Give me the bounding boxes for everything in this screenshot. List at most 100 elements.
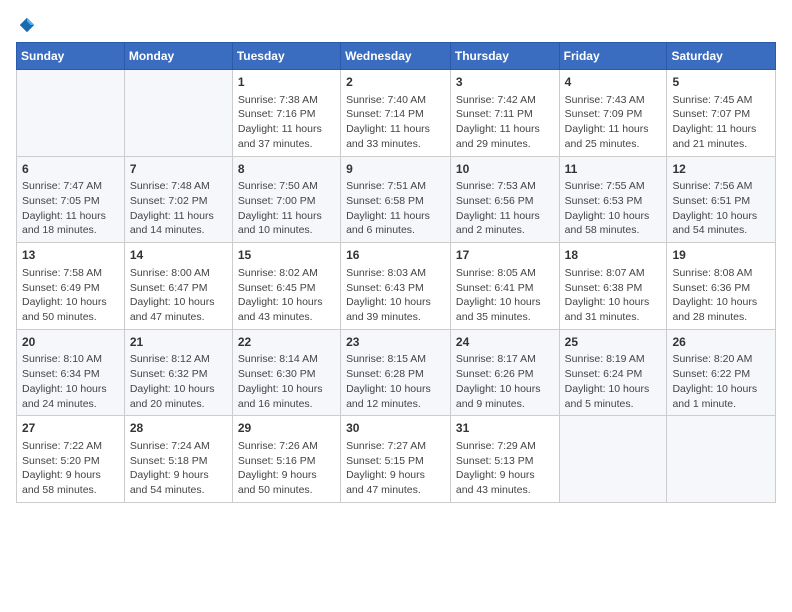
day-info: Sunrise: 7:48 AM Sunset: 7:02 PM Dayligh… [130, 180, 214, 236]
calendar-header-row: SundayMondayTuesdayWednesdayThursdayFrid… [17, 43, 776, 70]
day-cell: 5 Sunrise: 7:45 AM Sunset: 7:07 PM Daylig… [667, 70, 776, 157]
day-number: 6 [22, 161, 119, 178]
day-cell: 7 Sunrise: 7:48 AM Sunset: 7:02 PM Daylig… [124, 156, 232, 243]
header-friday: Friday [559, 43, 667, 70]
day-number: 4 [565, 74, 662, 91]
day-info: Sunrise: 8:14 AM Sunset: 6:30 PM Dayligh… [238, 353, 323, 409]
day-info: Sunrise: 8:00 AM Sunset: 6:47 PM Dayligh… [130, 267, 215, 323]
day-number: 15 [238, 247, 335, 264]
day-info: Sunrise: 7:55 AM Sunset: 6:53 PM Dayligh… [565, 180, 650, 236]
day-cell: 20 Sunrise: 8:10 AM Sunset: 6:34 PM Dayli… [17, 329, 125, 416]
day-cell: 15 Sunrise: 8:02 AM Sunset: 6:45 PM Dayli… [232, 243, 340, 330]
day-number: 8 [238, 161, 335, 178]
day-info: Sunrise: 8:20 AM Sunset: 6:22 PM Dayligh… [672, 353, 757, 409]
day-info: Sunrise: 7:50 AM Sunset: 7:00 PM Dayligh… [238, 180, 322, 236]
day-cell: 31 Sunrise: 7:29 AM Sunset: 5:13 PM Dayli… [450, 416, 559, 503]
day-cell: 23 Sunrise: 8:15 AM Sunset: 6:28 PM Dayli… [341, 329, 451, 416]
day-cell: 28 Sunrise: 7:24 AM Sunset: 5:18 PM Dayli… [124, 416, 232, 503]
day-number: 24 [456, 334, 554, 351]
day-number: 9 [346, 161, 445, 178]
header-saturday: Saturday [667, 43, 776, 70]
day-cell: 24 Sunrise: 8:17 AM Sunset: 6:26 PM Dayli… [450, 329, 559, 416]
day-info: Sunrise: 7:51 AM Sunset: 6:58 PM Dayligh… [346, 180, 430, 236]
day-cell [17, 70, 125, 157]
day-info: Sunrise: 8:08 AM Sunset: 6:36 PM Dayligh… [672, 267, 757, 323]
day-cell: 26Sunrise: 8:20 AM Sunset: 6:22 PM Dayli… [667, 329, 776, 416]
logo [16, 16, 36, 34]
day-number: 1 [238, 74, 335, 91]
day-cell: 21 Sunrise: 8:12 AM Sunset: 6:32 PM Dayli… [124, 329, 232, 416]
day-cell: 9 Sunrise: 7:51 AM Sunset: 6:58 PM Daylig… [341, 156, 451, 243]
day-number: 7 [130, 161, 227, 178]
day-number: 18 [565, 247, 662, 264]
day-number: 16 [346, 247, 445, 264]
header-monday: Monday [124, 43, 232, 70]
day-cell: 1 Sunrise: 7:38 AM Sunset: 7:16 PM Daylig… [232, 70, 340, 157]
day-info: Sunrise: 7:53 AM Sunset: 6:56 PM Dayligh… [456, 180, 540, 236]
day-info: Sunrise: 7:43 AM Sunset: 7:09 PM Dayligh… [565, 94, 649, 150]
day-info: Sunrise: 7:45 AM Sunset: 7:07 PM Dayligh… [672, 94, 756, 150]
day-number: 27 [22, 420, 119, 437]
day-cell [124, 70, 232, 157]
day-number: 17 [456, 247, 554, 264]
day-number: 30 [346, 420, 445, 437]
day-cell [559, 416, 667, 503]
header-wednesday: Wednesday [341, 43, 451, 70]
day-number: 19 [672, 247, 770, 264]
day-cell: 27Sunrise: 7:22 AM Sunset: 5:20 PM Dayli… [17, 416, 125, 503]
day-info: Sunrise: 8:10 AM Sunset: 6:34 PM Dayligh… [22, 353, 107, 409]
day-info: Sunrise: 8:07 AM Sunset: 6:38 PM Dayligh… [565, 267, 650, 323]
day-number: 21 [130, 334, 227, 351]
day-cell: 17 Sunrise: 8:05 AM Sunset: 6:41 PM Dayli… [450, 243, 559, 330]
day-cell [667, 416, 776, 503]
day-info: Sunrise: 7:38 AM Sunset: 7:16 PM Dayligh… [238, 94, 322, 150]
week-row-1: 1 Sunrise: 7:38 AM Sunset: 7:16 PM Daylig… [17, 70, 776, 157]
day-number: 5 [672, 74, 770, 91]
day-number: 20 [22, 334, 119, 351]
day-cell: 11 Sunrise: 7:55 AM Sunset: 6:53 PM Dayli… [559, 156, 667, 243]
header-thursday: Thursday [450, 43, 559, 70]
week-row-4: 20 Sunrise: 8:10 AM Sunset: 6:34 PM Dayli… [17, 329, 776, 416]
day-info: Sunrise: 7:42 AM Sunset: 7:11 PM Dayligh… [456, 94, 540, 150]
day-info: Sunrise: 8:05 AM Sunset: 6:41 PM Dayligh… [456, 267, 541, 323]
day-cell: 3 Sunrise: 7:42 AM Sunset: 7:11 PM Daylig… [450, 70, 559, 157]
day-info: Sunrise: 7:26 AM Sunset: 5:16 PM Dayligh… [238, 440, 318, 496]
day-cell: 29 Sunrise: 7:26 AM Sunset: 5:16 PM Dayli… [232, 416, 340, 503]
day-number: 31 [456, 420, 554, 437]
day-number: 12 [672, 161, 770, 178]
day-cell: 19 Sunrise: 8:08 AM Sunset: 6:36 PM Dayli… [667, 243, 776, 330]
page-header [16, 16, 776, 34]
day-info: Sunrise: 8:15 AM Sunset: 6:28 PM Dayligh… [346, 353, 431, 409]
day-cell: 18 Sunrise: 8:07 AM Sunset: 6:38 PM Dayli… [559, 243, 667, 330]
day-info: Sunrise: 8:03 AM Sunset: 6:43 PM Dayligh… [346, 267, 431, 323]
day-info: Sunrise: 7:56 AM Sunset: 6:51 PM Dayligh… [672, 180, 757, 236]
header-tuesday: Tuesday [232, 43, 340, 70]
week-row-5: 27Sunrise: 7:22 AM Sunset: 5:20 PM Dayli… [17, 416, 776, 503]
day-cell: 6 Sunrise: 7:47 AM Sunset: 7:05 PM Daylig… [17, 156, 125, 243]
week-row-3: 13Sunrise: 7:58 AM Sunset: 6:49 PM Dayli… [17, 243, 776, 330]
day-info: Sunrise: 8:17 AM Sunset: 6:26 PM Dayligh… [456, 353, 541, 409]
day-number: 3 [456, 74, 554, 91]
day-number: 28 [130, 420, 227, 437]
day-info: Sunrise: 8:12 AM Sunset: 6:32 PM Dayligh… [130, 353, 215, 409]
logo-icon [18, 16, 36, 34]
day-cell: 2 Sunrise: 7:40 AM Sunset: 7:14 PM Daylig… [341, 70, 451, 157]
day-cell: 12 Sunrise: 7:56 AM Sunset: 6:51 PM Dayli… [667, 156, 776, 243]
day-number: 23 [346, 334, 445, 351]
day-info: Sunrise: 7:24 AM Sunset: 5:18 PM Dayligh… [130, 440, 210, 496]
day-info: Sunrise: 7:40 AM Sunset: 7:14 PM Dayligh… [346, 94, 430, 150]
day-info: Sunrise: 7:29 AM Sunset: 5:13 PM Dayligh… [456, 440, 536, 496]
day-info: Sunrise: 7:47 AM Sunset: 7:05 PM Dayligh… [22, 180, 106, 236]
day-number: 29 [238, 420, 335, 437]
day-info: Sunrise: 7:27 AM Sunset: 5:15 PM Dayligh… [346, 440, 426, 496]
day-number: 13 [22, 247, 119, 264]
day-info: Sunrise: 8:02 AM Sunset: 6:45 PM Dayligh… [238, 267, 323, 323]
day-number: 10 [456, 161, 554, 178]
day-number: 2 [346, 74, 445, 91]
day-number: 14 [130, 247, 227, 264]
day-cell: 25Sunrise: 8:19 AM Sunset: 6:24 PM Dayli… [559, 329, 667, 416]
day-number: 11 [565, 161, 662, 178]
day-info: Sunrise: 8:19 AM Sunset: 6:24 PM Dayligh… [565, 353, 650, 409]
day-cell: 4 Sunrise: 7:43 AM Sunset: 7:09 PM Daylig… [559, 70, 667, 157]
day-cell: 10 Sunrise: 7:53 AM Sunset: 6:56 PM Dayli… [450, 156, 559, 243]
